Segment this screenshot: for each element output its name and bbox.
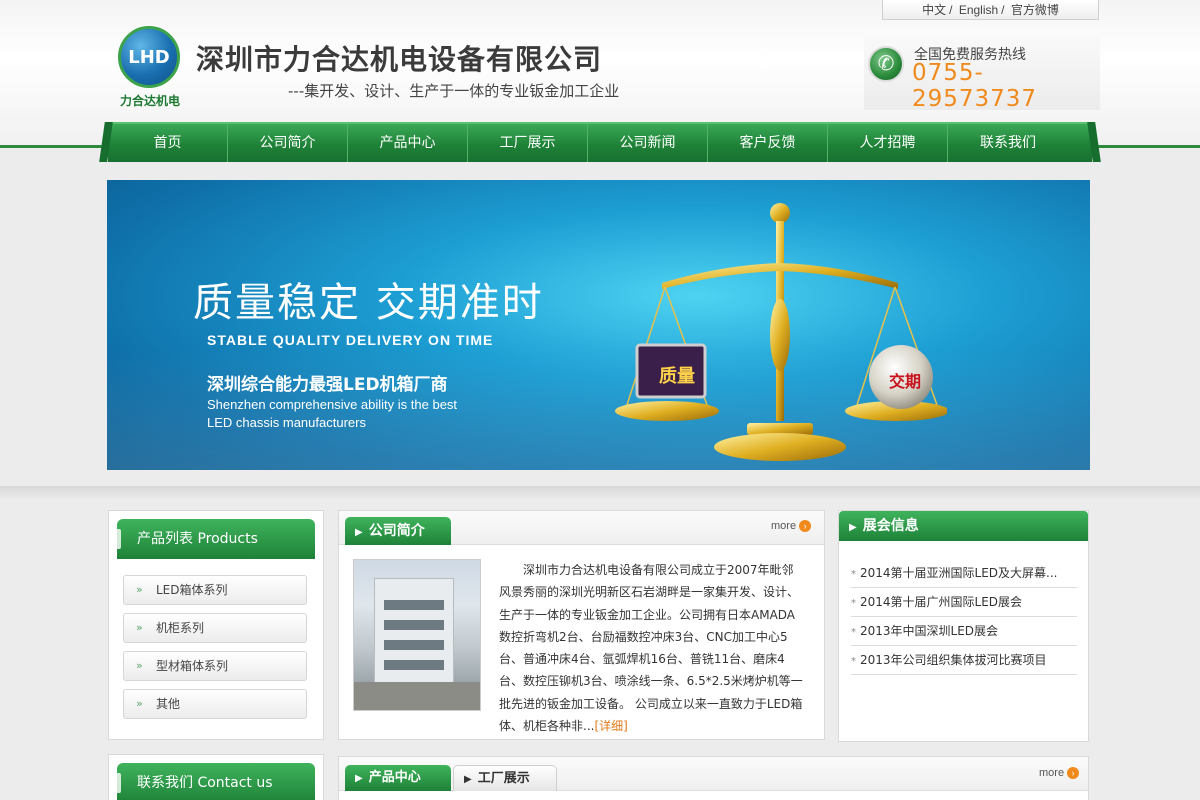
- company-slogan: ---集开发、设计、生产于一体的专业钣金加工企业: [288, 82, 620, 100]
- banner-tagline-en-line1: Shenzhen comprehensive ability is the be…: [207, 397, 458, 412]
- about-more-link[interactable]: more ›: [771, 520, 812, 532]
- about-tab-label: 公司简介: [368, 523, 425, 539]
- product-item-label: 机柜系列: [156, 621, 205, 635]
- exhibitions-header: ▶ 展会信息: [839, 511, 1088, 541]
- triangle-right-icon: ▶: [355, 773, 363, 784]
- news-item-label: 2014第十届亚洲国际LED及大屏幕...: [860, 566, 1058, 580]
- double-chevron-right-icon: »: [136, 621, 143, 634]
- asterisk-icon: *: [851, 656, 856, 667]
- about-content: 深圳市力合达机电设备有限公司成立于2007年毗邻风景秀丽的深圳光明新区石岩湖畔是…: [339, 545, 824, 739]
- asterisk-icon: *: [851, 569, 856, 580]
- product-item-label: LED箱体系列: [156, 583, 228, 597]
- pan-label-delivery: 交期: [888, 372, 921, 391]
- triangle-right-icon: ▶: [464, 774, 472, 785]
- hotline-number: 0755-29573737: [912, 60, 1038, 112]
- contact-panel-header: 联系我们 Contact us: [117, 763, 315, 800]
- news-item[interactable]: * 2013年公司组织集体拔河比赛项目: [851, 646, 1077, 675]
- asterisk-icon: *: [851, 598, 856, 609]
- more-arrow-icon: ›: [1067, 767, 1080, 779]
- tab-label: 产品中心: [368, 770, 421, 785]
- building-windows: [384, 600, 444, 670]
- double-chevron-right-icon: »: [136, 697, 143, 710]
- balance-scale-icon: [615, 203, 947, 461]
- about-panel: ▶ 公司简介 more › 深圳市力合达机电设备有限公司成立于2007年毗邻风景秀丽…: [338, 510, 825, 740]
- tab-label: 工厂展示: [477, 771, 530, 786]
- triangle-right-icon: ▶: [849, 522, 857, 533]
- products-panel: 产品列表 Products » LED箱体系列 » 机柜系列 » 型材箱体系列 …: [108, 510, 324, 740]
- nav-about[interactable]: 公司简介: [228, 124, 348, 162]
- showcase-more-link[interactable]: more ›: [1039, 767, 1080, 779]
- language-bar: 中文 / English / 官方微博: [882, 0, 1099, 20]
- exhibitions-panel: ▶ 展会信息 * 2014第十届亚洲国际LED及大屏幕... * 2014第十届广州国…: [838, 510, 1089, 742]
- nav-products[interactable]: 产品中心: [348, 124, 468, 162]
- news-item[interactable]: * 2013年中国深圳LED展会: [851, 617, 1077, 646]
- asterisk-icon: *: [851, 627, 856, 638]
- tab-product-center[interactable]: ▶ 产品中心: [345, 765, 451, 791]
- banner-tagline-en-line2: LED chassis manufacturers: [207, 415, 366, 430]
- news-item-label: 2014第十届广州国际LED展会: [860, 595, 1023, 609]
- products-panel-header: 产品列表 Products: [117, 519, 315, 559]
- about-detail-link[interactable]: [详细]: [594, 719, 627, 733]
- product-item-led-box[interactable]: » LED箱体系列: [123, 575, 307, 605]
- tab-factory-showcase[interactable]: ▶ 工厂展示: [453, 765, 557, 791]
- lang-link-english[interactable]: English: [959, 3, 998, 17]
- exhibitions-list: * 2014第十届亚洲国际LED及大屏幕... * 2014第十届广州国际LED展会…: [851, 559, 1077, 675]
- phone-icon: ✆: [868, 46, 904, 82]
- product-item-label: 型材箱体系列: [156, 659, 229, 673]
- product-item-label: 其他: [156, 697, 181, 711]
- header-accent: [117, 773, 121, 793]
- banner-title: 质量稳定 交期准时: [193, 280, 544, 326]
- double-chevron-right-icon: »: [136, 583, 143, 596]
- showcase-header-bar: [339, 757, 1088, 791]
- contact-panel: 联系我们 Contact us: [108, 754, 324, 800]
- main-nav: 首页 公司简介 产品中心 工厂展示 公司新闻 客户反馈 人才招聘 联系我们: [108, 122, 1092, 162]
- about-text: 深圳市力合达机电设备有限公司成立于2007年毗邻风景秀丽的深圳光明新区石岩湖畔是…: [499, 559, 805, 737]
- product-item-cabinet[interactable]: » 机柜系列: [123, 613, 307, 643]
- nav-feedback[interactable]: 客户反馈: [708, 124, 828, 162]
- pan-label-quality: 质量: [659, 366, 695, 387]
- factory-photo[interactable]: [353, 559, 481, 711]
- news-item[interactable]: * 2014第十届广州国际LED展会: [851, 588, 1077, 617]
- company-name: 深圳市力合达机电设备有限公司: [196, 43, 603, 76]
- news-item-label: 2013年公司组织集体拔河比赛项目: [860, 653, 1047, 667]
- logo-mark: LHD: [118, 26, 180, 88]
- lang-link-weibo[interactable]: 官方微博: [1011, 3, 1059, 17]
- ground: [354, 682, 480, 710]
- lang-link-chinese[interactable]: 中文: [922, 3, 946, 17]
- double-chevron-right-icon: »: [136, 659, 143, 672]
- nav-contact[interactable]: 联系我们: [948, 124, 1068, 162]
- more-label: more: [771, 520, 797, 532]
- section-divider: [0, 486, 1200, 502]
- banner-tagline: 深圳综合能力最强LED机箱厂商: [207, 375, 448, 395]
- hero-banner[interactable]: 质量稳定 交期准时 STABLE QUALITY DELIVERY ON TIM…: [107, 180, 1090, 470]
- news-item-label: 2013年中国深圳LED展会: [860, 624, 999, 638]
- nav-factory[interactable]: 工厂展示: [468, 124, 588, 162]
- nav-home[interactable]: 首页: [108, 124, 228, 162]
- contact-panel-title: 联系我们 Contact us: [137, 775, 273, 791]
- hotline-box: ✆ 全国免费服务热线 0755-29573737: [864, 32, 1100, 112]
- nav-jobs[interactable]: 人才招聘: [828, 124, 948, 162]
- exhibitions-title: 展会信息: [862, 518, 919, 534]
- triangle-right-icon: ▶: [355, 527, 363, 538]
- more-arrow-icon: ›: [799, 520, 812, 532]
- header-accent: [117, 529, 121, 549]
- product-item-other[interactable]: » 其他: [123, 689, 307, 719]
- news-item[interactable]: * 2014第十届亚洲国际LED及大屏幕...: [851, 559, 1077, 588]
- product-item-profile-box[interactable]: » 型材箱体系列: [123, 651, 307, 681]
- banner-subtitle: STABLE QUALITY DELIVERY ON TIME: [207, 332, 494, 348]
- more-label: more: [1039, 767, 1065, 779]
- nav-news[interactable]: 公司新闻: [588, 124, 708, 162]
- products-panel-title: 产品列表 Products: [137, 531, 258, 547]
- about-tab[interactable]: ▶ 公司简介: [345, 517, 451, 545]
- logo[interactable]: LHD 力合达机电: [110, 26, 190, 112]
- banner-tagline-en: Shenzhen comprehensive ability is the be…: [207, 396, 527, 432]
- about-body: 深圳市力合达机电设备有限公司成立于2007年毗邻风景秀丽的深圳光明新区石岩湖畔是…: [499, 563, 803, 734]
- showcase-panel: ▶ 产品中心 ▶ 工厂展示 more ›: [338, 756, 1089, 800]
- logo-text: 力合达机电: [119, 94, 180, 108]
